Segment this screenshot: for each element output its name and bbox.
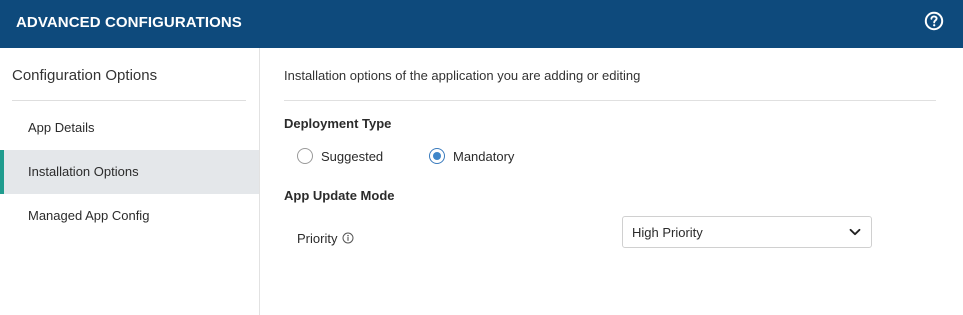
sidebar-item-label: Managed App Config	[28, 208, 150, 223]
main-divider	[284, 100, 936, 101]
radio-label-suggested: Suggested	[321, 149, 384, 164]
sidebar-title: Configuration Options	[12, 67, 158, 84]
priority-select[interactable]: High Priority	[622, 216, 872, 248]
dialog-title: ADVANCED CONFIGURATIONS	[16, 14, 242, 31]
app-update-mode-label: App Update Mode	[284, 188, 395, 203]
sidebar-divider	[12, 100, 246, 101]
chevron-down-icon	[849, 228, 861, 236]
active-indicator	[0, 150, 4, 194]
dialog-header: ADVANCED CONFIGURATIONS	[0, 0, 963, 48]
help-button[interactable]	[924, 11, 944, 31]
sidebar-item-managed-app-config[interactable]: Managed App Config	[0, 194, 259, 238]
section-description: Installation options of the application …	[284, 68, 641, 83]
priority-select-value: High Priority	[632, 225, 703, 240]
deployment-type-label: Deployment Type	[284, 116, 392, 131]
info-circle-icon[interactable]	[342, 232, 354, 244]
sidebar: Configuration Options App Details Instal…	[0, 48, 260, 315]
radio-label-mandatory: Mandatory	[453, 149, 515, 164]
sidebar-item-label: App Details	[28, 120, 95, 135]
question-circle-icon	[924, 11, 944, 31]
priority-label: Priority	[297, 231, 338, 246]
radio-circle[interactable]	[429, 148, 445, 164]
sidebar-item-label: Installation Options	[28, 164, 139, 179]
radio-circle[interactable]	[297, 148, 313, 164]
sidebar-item-app-details[interactable]: App Details	[0, 106, 259, 150]
main-panel: Installation options of the application …	[260, 48, 963, 315]
sidebar-item-installation-options[interactable]: Installation Options	[0, 150, 259, 194]
